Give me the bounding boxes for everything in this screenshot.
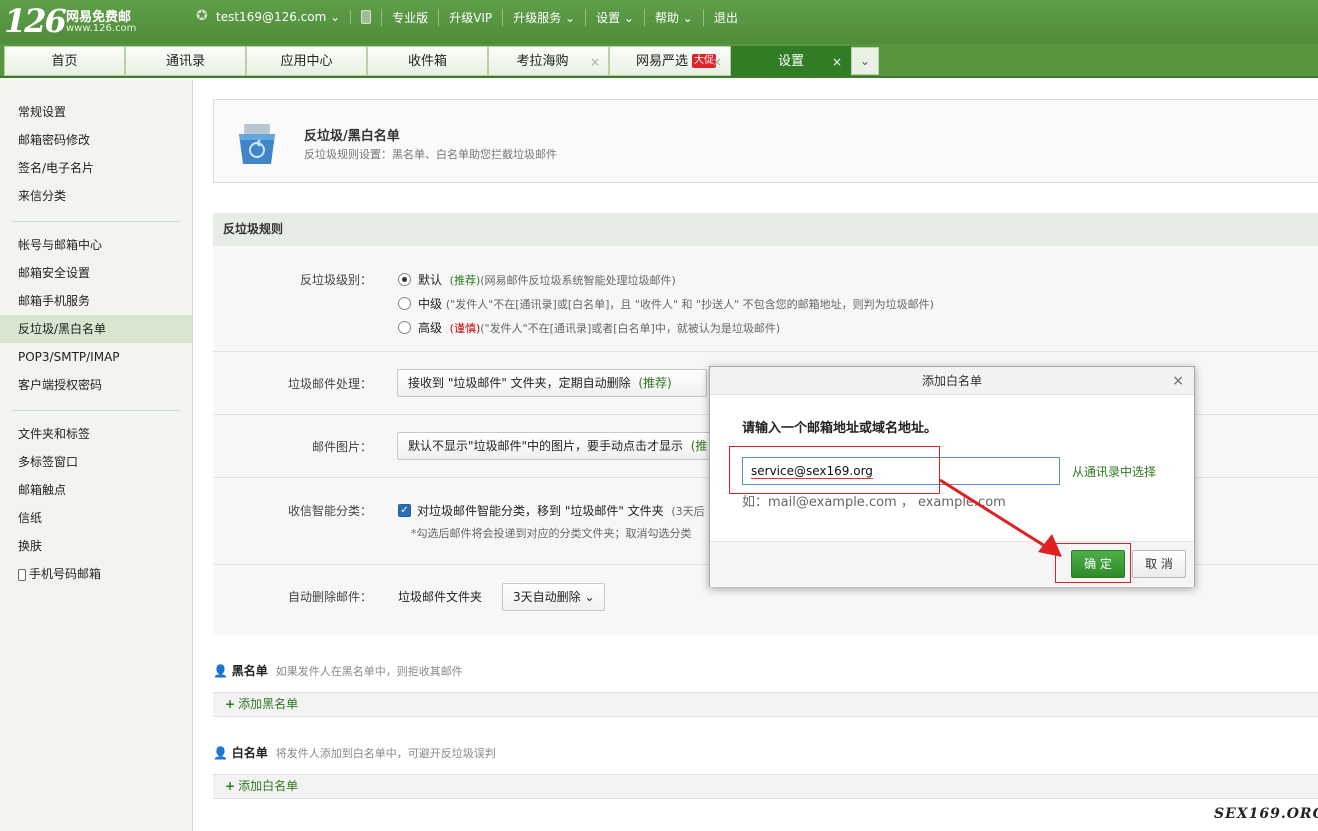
tab-label: 考拉海购 [516,54,569,69]
page-title: 反垃圾/黑白名单 [304,129,400,144]
cancel-button[interactable]: 取 消 [1132,550,1186,578]
row-divider [213,351,1318,352]
sidebar-item-account-center[interactable]: 帐号与邮箱中心 [0,231,192,259]
logo-domain: www.126.com [66,23,137,34]
sidebar-item-phone-mailbox[interactable]: 手机号码邮箱 [0,560,192,588]
nav-settings[interactable]: 设置 ⌄ [585,8,644,26]
sidebar-item-multi-tab[interactable]: 多标签窗口 [0,448,192,476]
add-blacklist-button[interactable]: + 添加黑名单 [213,692,1318,717]
tab-apps[interactable]: 应用中心 [246,46,367,76]
nav-upgrade-vip[interactable]: 升级VIP [438,8,502,26]
smart-class-note: *勾选后邮件将会投递到对应的分类文件夹；取消勾选分类 [411,527,692,540]
recycle-bin-icon [239,124,275,164]
plus-icon: + [225,697,236,711]
tab-more-chevron-icon[interactable]: ⌄ [851,47,879,75]
auto-delete-select[interactable]: 3天自动删除 ⌄ [502,583,605,611]
sidebar-item-folders[interactable]: 文件夹和标签 [0,420,192,448]
top-nav: ✪ test169@126.com ⌄ 专业版 升级VIP 升级服务 ⌄ 设置 … [196,8,748,26]
image-label: 邮件图片： [311,440,372,454]
tab-label: 首页 [51,54,78,69]
sidebar-item-mail-rules[interactable]: 来信分类 [0,182,192,210]
tab-contacts[interactable]: 通讯录 [125,46,246,76]
mobile-phone-icon [18,568,26,581]
blacklist-header: 👤 黑名单 如果发件人在黑名单中，则拒收其邮件 [213,664,463,678]
user-icon: ✪ [196,8,208,24]
dialog-title: 添加白名单 × [710,367,1194,395]
user-outline-icon: 👤 [213,746,228,760]
sidebar-item-mobile-service[interactable]: 邮箱手机服务 [0,287,192,315]
sidebar-item-signature[interactable]: 签名/电子名片 [0,154,192,182]
sidebar-item-client-auth[interactable]: 客户端授权密码 [0,371,192,399]
nav-upgrade-service[interactable]: 升级服务 ⌄ [502,8,585,26]
tab-label: 网易严选 [636,54,689,69]
user-account-menu[interactable]: test169@126.com ⌄ [196,10,350,24]
sidebar-item-security[interactable]: 邮箱安全设置 [0,259,192,287]
tab-label: 通讯录 [165,54,205,69]
nav-pro[interactable]: 专业版 [381,8,438,26]
plus-icon: + [225,779,236,793]
input-highlight-box [729,446,940,494]
level-medium-option: 中级 ("发件人"不在[通讯录]或[白名单]，且 "收件人" 和 "抄送人" 不… [418,297,934,311]
logo[interactable]: 126 [4,2,67,40]
tab-kaola[interactable]: 考拉海购 × [488,46,609,76]
sidebar-divider [12,410,180,411]
level-medium-radio[interactable] [398,297,411,310]
user-icon: 👤 [213,664,228,678]
pick-from-contacts-link[interactable]: 从通讯录中选择 [1072,463,1156,480]
annotation-arrow-icon [939,478,1062,557]
sidebar-divider [12,221,180,222]
spam-handle-select[interactable]: 接收到 "垃圾邮件" 文件夹，定期自动删除 (推荐) [397,369,707,397]
tab-close-icon[interactable]: × [712,47,722,77]
tab-home[interactable]: 首页 [4,46,125,76]
add-whitelist-button[interactable]: + 添加白名单 [213,774,1318,799]
tab-close-icon[interactable]: × [832,47,842,77]
mobile-phone-icon[interactable] [350,9,381,25]
tab-label: 应用中心 [280,54,333,69]
whitelist-header: 👤 白名单 将发件人添加到白名单中，可避开反垃圾误判 [213,746,496,760]
level-default-option: 默认 (推荐)(网易邮件反垃圾系统智能处理垃圾邮件) [418,273,676,287]
sidebar-item-label: 手机号码邮箱 [29,567,102,581]
tab-label: 设置 [777,54,804,69]
tab-close-icon[interactable]: × [590,47,600,77]
level-high-option: 高级 (谨慎)("发件人"不在[通讯录]或者[白名单]中，就被认为是垃圾邮件) [418,321,781,335]
sidebar-item-skin[interactable]: 换肤 [0,532,192,560]
sidebar-item-password[interactable]: 邮箱密码修改 [0,126,192,154]
smart-class-checkbox[interactable]: ✓ [398,504,411,517]
settings-sidebar: 常规设置 邮箱密码修改 签名/电子名片 来信分类 帐号与邮箱中心 邮箱安全设置 … [0,80,193,831]
nav-help[interactable]: 帮助 ⌄ [643,8,703,26]
page-description: 反垃圾规则设置：黑名单、白名单助您拦截垃圾邮件 [304,148,557,161]
dialog-prompt: 请输入一个邮箱地址或域名地址。 [742,421,938,436]
tab-settings[interactable]: 设置 × [731,46,851,76]
level-label: 反垃圾级别： [299,273,372,287]
watermark: SEX169.ORG [1214,806,1318,822]
image-display-select[interactable]: 默认不显示"垃圾邮件"中的图片，要手动点击才显示 (推 [397,432,710,460]
spam-handle-label: 垃圾邮件处理： [287,377,372,391]
nav-logout[interactable]: 退出 [702,8,748,26]
tab-yanxuan[interactable]: 网易严选 大促 × [609,46,731,76]
sidebar-item-antispam[interactable]: 反垃圾/黑白名单 [0,315,192,343]
top-bar: 126 网易免费邮 www.126.com ✪ test169@126.com … [0,0,1318,44]
auto-delete-folder: 垃圾邮件文件夹 [398,590,483,604]
tab-label: 收件箱 [407,54,447,69]
sidebar-item-stationery[interactable]: 信纸 [0,504,192,532]
level-high-radio[interactable] [398,321,411,334]
sidebar-item-general[interactable]: 常规设置 [0,98,192,126]
smart-class-label: 收信智能分类： [287,504,372,518]
sidebar-item-pop3[interactable]: POP3/SMTP/IMAP [0,343,192,371]
sidebar-item-touchpoint[interactable]: 邮箱触点 [0,476,192,504]
smart-class-text: 对垃圾邮件智能分类，移到 "垃圾邮件" 文件夹 (3天后 [417,504,705,518]
close-icon[interactable]: × [1172,367,1184,395]
page-header: 反垃圾/黑白名单 反垃圾规则设置：黑名单、白名单助您拦截垃圾邮件 [213,99,1318,183]
section-title: 反垃圾规则 [213,213,1318,246]
level-default-radio[interactable] [398,273,411,286]
auto-delete-label: 自动删除邮件： [287,590,372,604]
tab-inbox[interactable]: 收件箱 [367,46,488,76]
